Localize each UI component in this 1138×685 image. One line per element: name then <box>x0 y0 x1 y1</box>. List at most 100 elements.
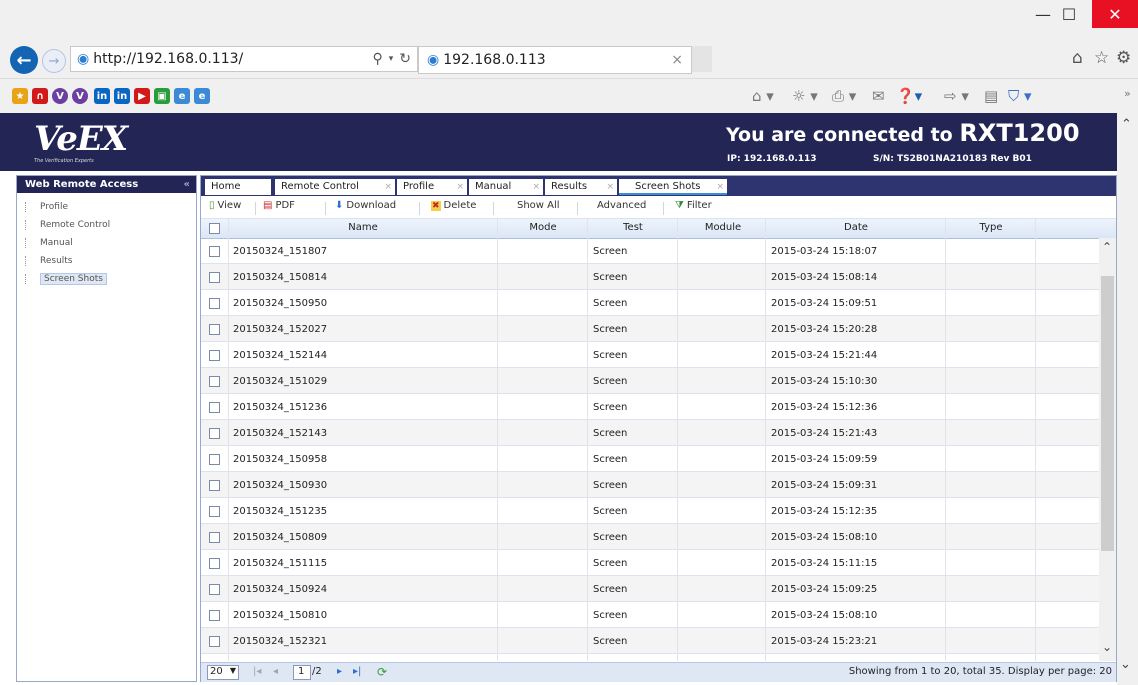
collapse-icon[interactable]: « <box>184 176 190 193</box>
column-name[interactable]: Name <box>229 222 497 233</box>
tab-close-icon[interactable]: × <box>716 179 724 195</box>
row-checkbox[interactable] <box>209 246 220 257</box>
table-row[interactable]: 20150324_150814 Screen 2015-03-24 15:08:14 <box>201 264 1101 290</box>
youtube-icon[interactable]: ▶ <box>134 88 150 104</box>
view-button[interactable]: ▯ View <box>209 200 241 211</box>
row-checkbox[interactable] <box>209 428 220 439</box>
linkedin-icon[interactable]: in <box>94 88 110 104</box>
safety-icon[interactable]: ⛉ ▾ <box>1008 87 1032 105</box>
page-input[interactable]: 1 <box>293 665 311 680</box>
close-button[interactable]: ✕ <box>1092 0 1138 28</box>
row-checkbox[interactable] <box>209 506 220 517</box>
dropdown-icon[interactable]: ▾ <box>389 54 394 64</box>
table-row[interactable]: 20150324_150930 Screen 2015-03-24 15:09:31 <box>201 472 1101 498</box>
arch-icon[interactable]: ∩ <box>32 88 48 104</box>
new-tab-button[interactable] <box>692 46 712 72</box>
row-checkbox[interactable] <box>209 298 220 309</box>
table-row[interactable]: 20150324_150924 Screen 2015-03-24 15:09:25 <box>201 576 1101 602</box>
row-checkbox[interactable] <box>209 454 220 465</box>
column-date[interactable]: Date <box>767 222 945 233</box>
tab-home[interactable]: Home <box>205 179 271 195</box>
row-checkbox[interactable] <box>209 584 220 595</box>
table-row[interactable]: 20150324_150950 Screen 2015-03-24 15:09:51 <box>201 290 1101 316</box>
ie-link2-icon[interactable]: e <box>194 88 210 104</box>
column-test[interactable]: Test <box>589 222 677 233</box>
ie-link-icon[interactable]: e <box>174 88 190 104</box>
browser-tab[interactable]: ◉ 192.168.0.113 × <box>418 46 692 74</box>
column-module[interactable]: Module <box>679 222 767 233</box>
tab-close-icon[interactable]: × <box>671 52 683 68</box>
row-checkbox[interactable] <box>209 480 220 491</box>
print-icon[interactable]: ⎙ ▾ <box>832 87 856 105</box>
table-row[interactable]: 20150324_151807 Screen 2015-03-24 15:18:07 <box>201 238 1101 264</box>
back-button[interactable]: ← <box>10 46 38 74</box>
tab-remote-control[interactable]: Remote Control × <box>275 179 395 195</box>
table-row[interactable]: 20150324_151236 Screen 2015-03-24 15:12:36 <box>201 394 1101 420</box>
scroll-up-icon[interactable]: ⌃ <box>1121 117 1132 132</box>
per-page-select[interactable]: 20 ▼ <box>207 665 239 680</box>
tab-close-icon[interactable]: × <box>456 179 464 195</box>
home-icon[interactable]: ⌂ <box>1072 48 1083 68</box>
maximize-button[interactable]: ☐ <box>1046 0 1092 28</box>
tab-screen-shots[interactable]: Screen Shots × <box>619 179 727 195</box>
column-type[interactable]: Type <box>947 222 1035 233</box>
green-site-icon[interactable]: ▣ <box>154 88 170 104</box>
sidebar-item-results[interactable]: Results <box>25 256 73 266</box>
tab-close-icon[interactable]: × <box>532 179 540 195</box>
feeds-icon[interactable]: ☼ ▾ <box>792 87 818 105</box>
refresh-icon[interactable]: ↻ <box>399 51 411 67</box>
table-scroll-down-icon[interactable]: ⌄ <box>1102 640 1112 654</box>
veex-link2-icon[interactable]: V <box>72 88 88 104</box>
overflow-chevron-icon[interactable]: » <box>1124 87 1131 100</box>
pdf-button[interactable]: ▤ PDF <box>263 200 295 211</box>
refresh-icon[interactable]: ⟳ <box>377 665 387 679</box>
table-row[interactable]: 20150324_152143 Screen 2015-03-24 15:21:43 <box>201 420 1101 446</box>
row-checkbox[interactable] <box>209 272 220 283</box>
tab-results[interactable]: Results × <box>545 179 617 195</box>
tab-profile[interactable]: Profile × <box>397 179 467 195</box>
add-favorite-icon[interactable]: ★ <box>12 88 28 104</box>
row-checkbox[interactable] <box>209 558 220 569</box>
home-menu-icon[interactable]: ⌂ ▾ <box>752 87 774 105</box>
sidebar-item-remote-control[interactable]: Remote Control <box>25 220 110 230</box>
last-page-icon[interactable]: ▸| <box>353 666 361 677</box>
sidebar-item-screen-shots[interactable]: Screen Shots <box>25 273 107 285</box>
table-row[interactable]: 20150324_151235 Screen 2015-03-24 15:12:35 <box>201 498 1101 524</box>
table-row[interactable]: 20150324_150958 Screen 2015-03-24 15:09:59 <box>201 446 1101 472</box>
linkedin2-icon[interactable]: in <box>114 88 130 104</box>
help-icon[interactable]: ❓▾ <box>896 87 922 105</box>
table-row[interactable]: 20150324_150810 Screen 2015-03-24 15:08:10 <box>201 602 1101 628</box>
next-page-icon[interactable]: ▸ <box>337 666 342 677</box>
show-all-button[interactable]: Show All <box>517 200 560 211</box>
select-all-checkbox[interactable] <box>209 223 220 234</box>
table-row[interactable]: 20150324_152144 Screen 2015-03-24 15:21:44 <box>201 342 1101 368</box>
first-page-icon[interactable]: |◂ <box>253 666 261 677</box>
prev-page-icon[interactable]: ◂ <box>273 666 278 677</box>
search-icon[interactable]: ⚲ <box>372 51 382 67</box>
calendar-icon[interactable]: ▤ <box>984 87 998 105</box>
table-row[interactable]: 20150324_151029 Screen 2015-03-24 15:10:30 <box>201 368 1101 394</box>
table-row[interactable]: 20150324_152321 Screen 2015-03-24 15:23:21 <box>201 628 1101 654</box>
sidebar-item-profile[interactable]: Profile <box>25 202 68 212</box>
scroll-down-icon[interactable]: ⌄ <box>1120 657 1131 672</box>
advanced-button[interactable]: Advanced <box>597 200 646 211</box>
table-scroll-up-icon[interactable]: ⌃ <box>1102 240 1112 254</box>
row-checkbox[interactable] <box>209 324 220 335</box>
page-menu-icon[interactable]: ⇨ ▾ <box>944 87 969 105</box>
row-checkbox[interactable] <box>209 532 220 543</box>
filter-button[interactable]: ⧩ Filter <box>675 200 712 211</box>
mail-icon[interactable]: ✉ <box>872 87 885 105</box>
address-bar[interactable]: ◉ http://192.168.0.113/ ⚲ ▾ ↻ <box>70 46 418 72</box>
favorites-star-icon[interactable]: ☆ <box>1094 48 1109 68</box>
sidebar-item-manual[interactable]: Manual <box>25 238 73 248</box>
forward-button[interactable]: → <box>42 49 66 73</box>
table-row[interactable]: 20150324_151115 Screen 2015-03-24 15:11:15 <box>201 550 1101 576</box>
gear-icon[interactable]: ⚙ <box>1116 48 1131 68</box>
column-mode[interactable]: Mode <box>499 222 587 233</box>
tab-manual[interactable]: Manual × <box>469 179 543 195</box>
veex-link-icon[interactable]: V <box>52 88 68 104</box>
row-checkbox[interactable] <box>209 402 220 413</box>
download-button[interactable]: ⬇ Download <box>335 200 396 211</box>
tab-close-icon[interactable]: × <box>606 179 614 195</box>
page-scrollbar[interactable]: ⌃ ⌄ <box>1117 113 1138 685</box>
